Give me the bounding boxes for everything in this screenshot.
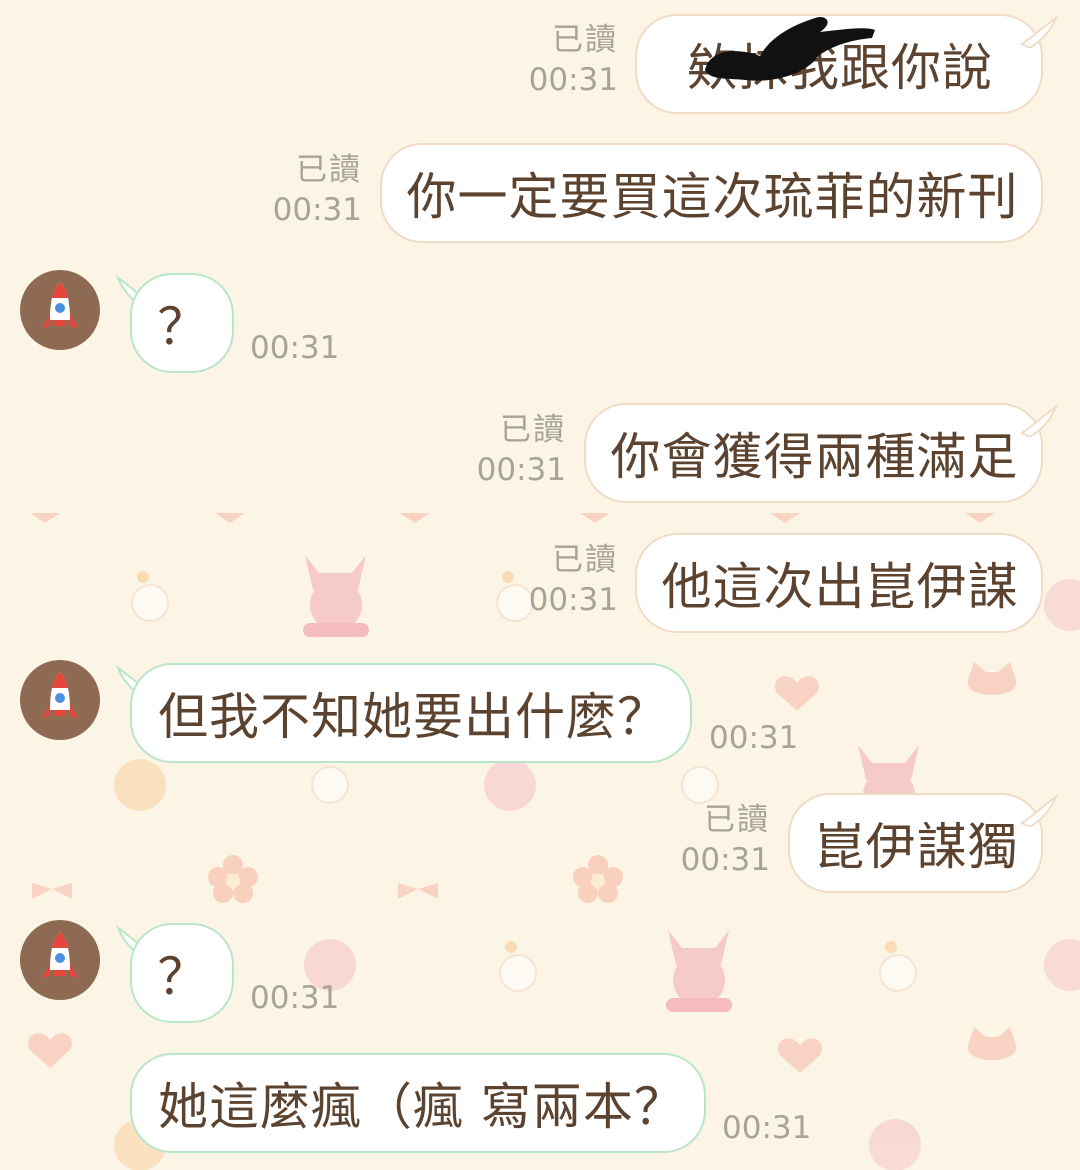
message-time: 00:31 <box>528 582 618 618</box>
message-text: ？ <box>157 948 209 1006</box>
message-time: 00:31 <box>250 330 340 366</box>
avatar[interactable] <box>20 660 100 740</box>
avatar[interactable] <box>20 270 100 350</box>
message-text: 她這麼瘋（瘋 寫兩本？ <box>158 1078 685 1136</box>
read-receipt: 已讀 00:31 <box>681 800 770 880</box>
message-bubble-incoming[interactable]: ？ <box>130 923 234 1023</box>
redaction-mark <box>705 16 875 81</box>
chick-decoration <box>879 941 917 992</box>
cat-girl-decoration <box>303 555 369 637</box>
message-bubble-outgoing[interactable]: 他這次出崑伊謀 <box>635 533 1043 633</box>
rocket-icon <box>42 932 78 978</box>
message-time: 00:31 <box>476 452 566 488</box>
read-receipt: 已讀 00:31 <box>529 540 618 620</box>
message-text: 他這次出崑伊謀 <box>661 558 1019 616</box>
message-time: 00:31 <box>250 980 340 1016</box>
cat-face-decoration <box>967 1027 1017 1060</box>
read-label: 已讀 <box>296 152 362 188</box>
bubble-tail <box>1020 15 1059 48</box>
read-label: 已讀 <box>552 22 618 58</box>
read-receipt: 已讀 00:31 <box>273 150 362 230</box>
ribbon-decoration <box>398 883 438 899</box>
chat-view[interactable]: 已讀 00:31 欸抹我跟你說 已讀 00:31 你一定要買這次琉菲的新刊 ？ … <box>0 0 1080 1170</box>
message-text: 崑伊謀獨 <box>814 818 1019 876</box>
read-receipt: 已讀 00:31 <box>477 410 566 490</box>
message-bubble-incoming[interactable]: 她這麼瘋（瘋 寫兩本？ <box>130 1053 706 1153</box>
bubble-tail <box>1020 794 1059 827</box>
chick-decoration <box>681 766 719 804</box>
message-text: 但我不知她要出什麼？ <box>158 688 668 746</box>
message-bubble-outgoing[interactable]: 崑伊謀獨 <box>788 793 1043 893</box>
message-time: 00:31 <box>709 720 799 756</box>
read-label: 已讀 <box>704 802 770 838</box>
message-time: 00:31 <box>722 1110 812 1146</box>
chick-decoration <box>131 571 169 622</box>
read-label: 已讀 <box>500 412 566 448</box>
message-text: 你會獲得兩種滿足 <box>610 428 1019 486</box>
message-bubble-incoming[interactable]: 但我不知她要出什麼？ <box>130 663 692 763</box>
message-text: ？ <box>157 298 209 356</box>
chick-decoration <box>499 941 537 992</box>
heart-decoration <box>28 1033 72 1068</box>
heart-decoration <box>778 1038 822 1073</box>
message-bubble-outgoing[interactable]: 你會獲得兩種滿足 <box>584 403 1043 503</box>
bubble-tail <box>1020 404 1059 437</box>
rocket-icon <box>42 282 78 328</box>
message-time: 00:31 <box>680 842 770 878</box>
read-receipt: 已讀 00:31 <box>529 20 618 100</box>
heart-decoration <box>775 676 819 711</box>
chick-decoration <box>311 766 349 804</box>
message-bubble-outgoing[interactable]: 你一定要買這次琉菲的新刊 <box>380 143 1043 243</box>
cat-face-decoration <box>967 662 1017 695</box>
cat-girl-decoration <box>666 930 732 1012</box>
flower-decoration <box>573 855 623 903</box>
avatar[interactable] <box>20 920 100 1000</box>
flower-decoration <box>208 855 258 903</box>
read-label: 已讀 <box>552 542 618 578</box>
rocket-icon <box>42 672 78 718</box>
message-time: 00:31 <box>528 62 618 98</box>
message-bubble-incoming[interactable]: ？ <box>130 273 234 373</box>
chick-decoration <box>496 571 534 622</box>
message-time: 00:31 <box>272 192 362 228</box>
message-text: 你一定要買這次琉菲的新刊 <box>406 168 1019 226</box>
ribbon-decoration <box>32 883 72 899</box>
